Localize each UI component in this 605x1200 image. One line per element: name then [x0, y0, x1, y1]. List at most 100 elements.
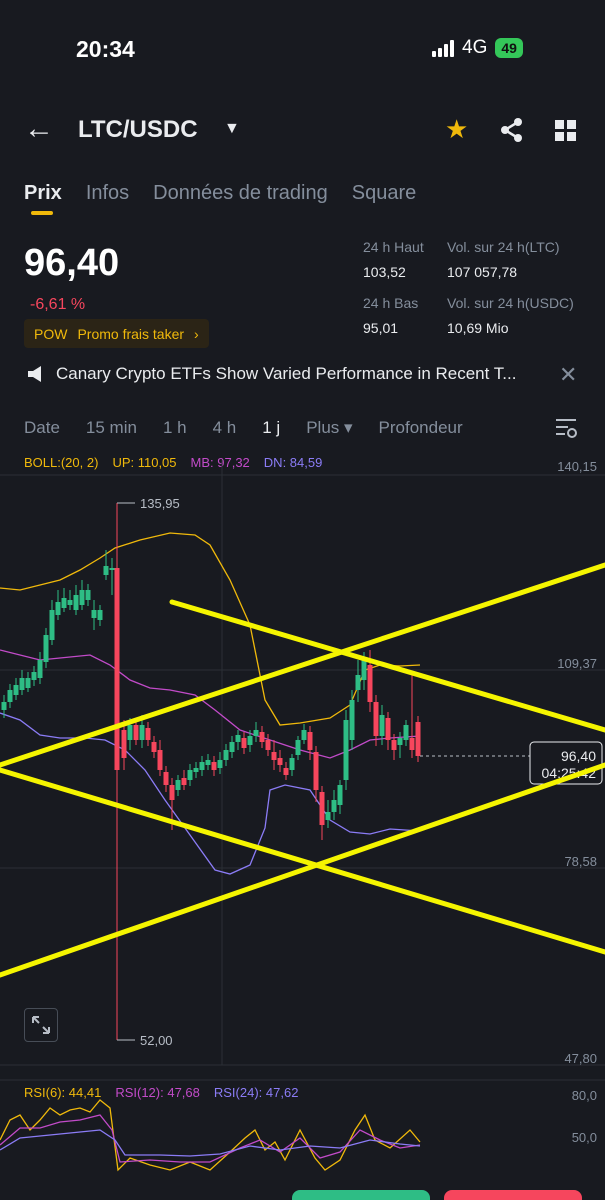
candle-body [259, 732, 265, 742]
candle-body [19, 678, 25, 690]
caret-down-icon[interactable]: ▼ [224, 120, 240, 138]
high-label: 24 h Haut [363, 239, 424, 255]
candle-body [295, 740, 301, 755]
candle-body [361, 660, 367, 680]
candle-body [373, 702, 379, 736]
tab-prix[interactable]: Prix [24, 182, 62, 215]
tab-trading-data[interactable]: Données de trading [153, 182, 328, 205]
low-value: 95,01 [363, 320, 399, 336]
candle-body [415, 722, 421, 756]
candle-body [289, 758, 295, 770]
news-ticker[interactable]: Canary Crypto ETFs Show Varied Performan… [26, 364, 581, 384]
tab-infos[interactable]: Infos [86, 182, 129, 205]
tf-1d[interactable]: 1 j [262, 418, 280, 438]
candle-body [253, 730, 259, 736]
candle-body [67, 600, 73, 605]
vol-ltc-value: 107 057,78 [447, 264, 518, 280]
sell-button[interactable] [444, 1190, 582, 1200]
candle-body [139, 725, 145, 740]
axis-label-top: 140,15 [557, 459, 597, 474]
candle-body [13, 685, 19, 695]
favorite-star-icon[interactable]: ★ [445, 114, 468, 145]
axis-label-2: 109,37 [557, 656, 597, 671]
vol-usdc-label: Vol. sur 24 h(USDC) [447, 295, 574, 311]
tab-square[interactable]: Square [352, 182, 417, 205]
candle-body [205, 760, 211, 765]
rsi-legend: RSI(6): 44,41 RSI(12): 47,68 RSI(24): 47… [24, 1085, 298, 1100]
chevron-right-icon: › [194, 325, 199, 342]
candle-body [73, 595, 79, 610]
candle-body [217, 760, 223, 768]
drawn-trendlines[interactable] [0, 562, 605, 978]
candle-body [25, 678, 31, 688]
candle-body [343, 720, 349, 780]
candle-body [85, 590, 91, 600]
candle-body [397, 738, 403, 745]
candle-body [301, 730, 307, 740]
price-change: -6,61 % [30, 296, 86, 313]
candle-body [49, 610, 55, 640]
candle-body [61, 598, 67, 608]
candle-body [127, 725, 133, 740]
buy-button[interactable] [292, 1190, 430, 1200]
rsi24-label: RSI(24): 47,62 [213, 1085, 299, 1100]
candle-body [367, 665, 373, 702]
news-text: Canary Crypto ETFs Show Varied Performan… [56, 364, 517, 383]
status-time: 20:34 [76, 36, 135, 62]
tf-15min[interactable]: 15 min [86, 418, 137, 438]
candle-body [409, 738, 415, 750]
candle-body [31, 672, 37, 680]
candle-body [391, 740, 397, 750]
promo-text: Promo frais taker [77, 325, 185, 342]
candle-body [187, 770, 193, 780]
tf-date[interactable]: Date [24, 418, 60, 438]
candle-body [277, 758, 283, 765]
candle-body [133, 725, 139, 740]
candle-body [151, 742, 157, 752]
share-icon[interactable] [498, 116, 526, 144]
candle-body [337, 785, 343, 805]
timeframe-bar: Date 15 min 1 h 4 h 1 j Plus ▾ Profondeu… [24, 418, 489, 438]
last-price: 96,40 [24, 242, 120, 284]
candle-body [229, 742, 235, 752]
tf-more[interactable]: Plus ▾ [306, 418, 352, 438]
candle-body [385, 718, 391, 740]
candle-body [235, 735, 241, 742]
close-icon[interactable]: ✕ [559, 362, 577, 388]
candle-body [169, 785, 175, 800]
chart-settings-icon[interactable] [555, 417, 577, 439]
candle-body [109, 568, 115, 570]
low-label: 24 h Bas [363, 295, 419, 311]
tf-4h[interactable]: 4 h [213, 418, 237, 438]
vol-ltc-label: Vol. sur 24 h(LTC) [447, 239, 560, 255]
header: ← LTC/USDC ▼ ★ [0, 112, 605, 152]
candle-body [307, 732, 313, 750]
candle-body [403, 725, 409, 740]
candle-body [43, 635, 49, 662]
expand-chart-icon[interactable] [24, 1008, 58, 1042]
high-marker-label: 135,95 [140, 496, 180, 511]
candle-body [55, 602, 61, 615]
tf-1h[interactable]: 1 h [163, 418, 187, 438]
candle-body [193, 768, 199, 772]
pair-selector[interactable]: LTC/USDC [78, 116, 198, 144]
tf-depth[interactable]: Profondeur [379, 418, 463, 438]
candle-body [379, 715, 385, 736]
promo-banner[interactable]: POW Promo frais taker › [24, 319, 209, 348]
battery-icon: 49 [495, 38, 523, 58]
rsi12-label: RSI(12): 47,68 [115, 1085, 200, 1100]
signal-icon [432, 39, 454, 57]
candle-body [271, 752, 277, 760]
candle-body [355, 675, 361, 690]
candle-body [97, 610, 103, 620]
grid-menu-icon[interactable] [555, 120, 577, 142]
main-tabs: Prix Infos Données de trading Square [24, 182, 417, 215]
status-icons: 4G 49 [432, 37, 523, 59]
rsi-panel: 80,0 50,0 [0, 1088, 597, 1172]
back-arrow-icon[interactable]: ← [24, 112, 54, 146]
candles [1, 503, 421, 1040]
candle-body [103, 566, 109, 575]
candle-body [163, 772, 169, 785]
high-value: 103,52 [363, 264, 406, 280]
candle-body [349, 700, 355, 740]
